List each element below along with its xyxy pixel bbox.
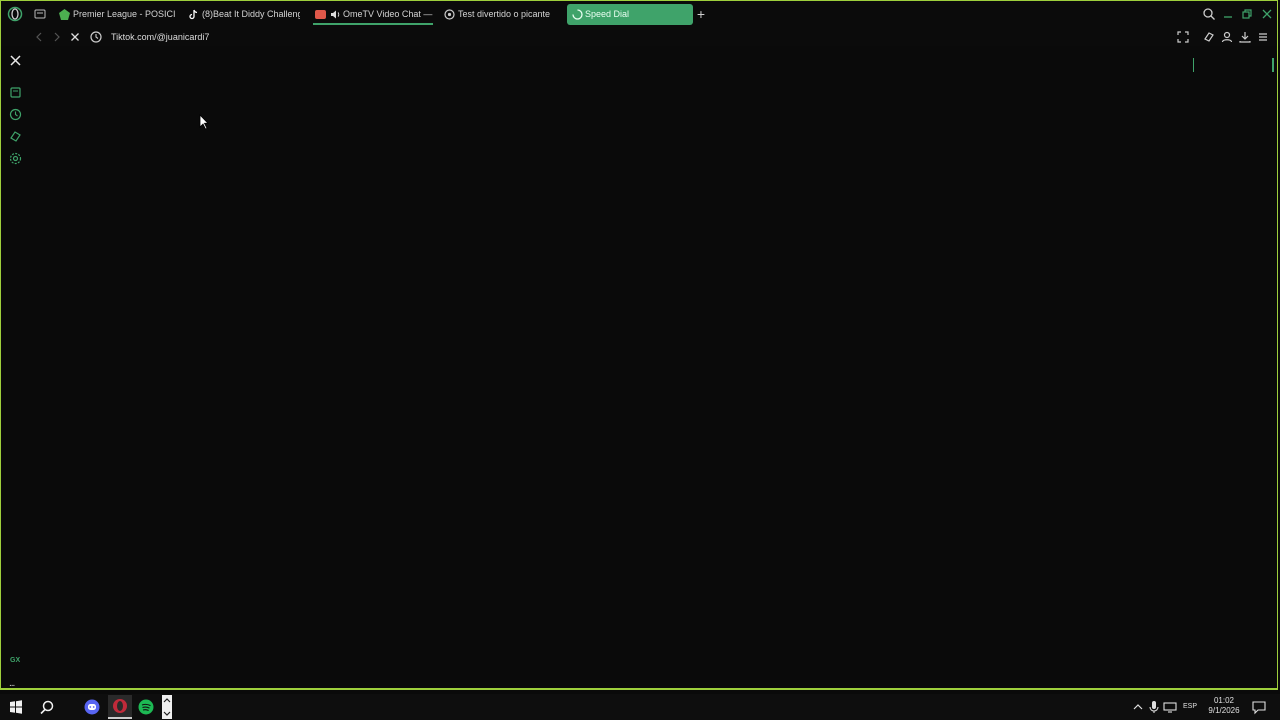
taskbar: ESP 01:02 9/1/2026 xyxy=(0,694,1280,720)
download-icon[interactable] xyxy=(1238,30,1252,44)
tab-label: Speed Dial xyxy=(585,9,630,19)
extensions-sidebar-icon[interactable] xyxy=(9,130,22,143)
tab-menu-icon[interactable] xyxy=(33,7,47,21)
page-content xyxy=(30,46,1272,689)
back-icon[interactable] xyxy=(32,30,46,44)
opera-gx-taskbar-button[interactable] xyxy=(108,695,132,719)
close-icon[interactable] xyxy=(1260,7,1274,21)
tab-test-divertido[interactable]: Test divertido o picante xyxy=(442,4,562,25)
opera-gx-icon xyxy=(113,699,127,713)
tab-ometv[interactable]: OmeTV Video Chat — xyxy=(313,4,433,25)
forward-icon[interactable] xyxy=(50,30,64,44)
mouse-cursor-icon xyxy=(199,114,209,130)
stop-loading-icon[interactable] xyxy=(68,30,82,44)
settings-gear-icon[interactable] xyxy=(9,152,22,165)
gx-corner-label[interactable]: GX xyxy=(10,657,20,664)
restore-icon[interactable] xyxy=(1240,7,1254,21)
profile-icon[interactable] xyxy=(1220,30,1234,44)
speaker-icon[interactable] xyxy=(330,9,341,20)
tiktok-icon xyxy=(189,9,198,20)
url-field[interactable]: Tiktok.com/@juanicardi7 xyxy=(111,30,209,44)
snapshot-icon[interactable] xyxy=(1176,30,1190,44)
opera-gx-logo-icon[interactable] xyxy=(7,6,23,22)
premier-league-icon xyxy=(59,9,70,20)
network-icon[interactable] xyxy=(1162,699,1178,715)
sidebar-more-button[interactable]: ... xyxy=(9,678,15,689)
tab-label: OmeTV Video Chat — xyxy=(343,9,433,19)
search-tabs-icon[interactable] xyxy=(1202,7,1216,21)
system-clock[interactable]: 01:02 9/1/2026 xyxy=(1205,696,1243,716)
sidebar-toggle-accent xyxy=(1272,58,1274,72)
x-twitter-icon[interactable] xyxy=(9,54,22,67)
minimize-icon[interactable] xyxy=(1221,7,1235,21)
tab-speed-dial[interactable]: Speed Dial xyxy=(567,4,693,25)
tab-label: (8)Beat It Diddy Challenge xyxy=(202,9,300,19)
clock-time: 01:02 xyxy=(1213,696,1235,705)
taskbar-overflow-icon[interactable] xyxy=(162,695,172,719)
ometv-icon xyxy=(315,10,326,19)
discord-icon[interactable] xyxy=(84,699,100,715)
tab-strip: Premier League - POSICIO (8)Beat It Didd… xyxy=(0,0,1280,28)
tab-label: Premier League - POSICIO xyxy=(73,9,175,19)
spotify-icon[interactable] xyxy=(138,699,154,715)
loading-icon xyxy=(572,9,583,20)
site-info-clock-icon[interactable] xyxy=(89,30,103,44)
site-icon xyxy=(444,9,455,20)
easy-setup-menu-icon[interactable] xyxy=(1256,30,1270,44)
tab-tiktok[interactable]: (8)Beat It Diddy Challenge xyxy=(186,4,300,25)
microphone-icon[interactable] xyxy=(1146,699,1162,715)
windows-start-icon[interactable] xyxy=(8,699,24,715)
notifications-icon[interactable] xyxy=(1251,699,1267,715)
chevron-up-icon[interactable] xyxy=(1130,699,1146,715)
new-tab-button[interactable]: + xyxy=(695,7,707,21)
history-icon[interactable] xyxy=(9,108,22,121)
clock-date: 9/1/2026 xyxy=(1208,706,1240,715)
search-icon[interactable] xyxy=(39,699,55,715)
pinboard-icon[interactable] xyxy=(9,86,22,99)
extensions-icon[interactable] xyxy=(1202,30,1216,44)
address-bar: Tiktok.com/@juanicardi7 xyxy=(0,28,1280,72)
tab-premier-league[interactable]: Premier League - POSICIO xyxy=(57,4,175,25)
language-indicator[interactable]: ESP xyxy=(1183,703,1197,710)
tab-label: Test divertido o picante xyxy=(458,9,551,19)
